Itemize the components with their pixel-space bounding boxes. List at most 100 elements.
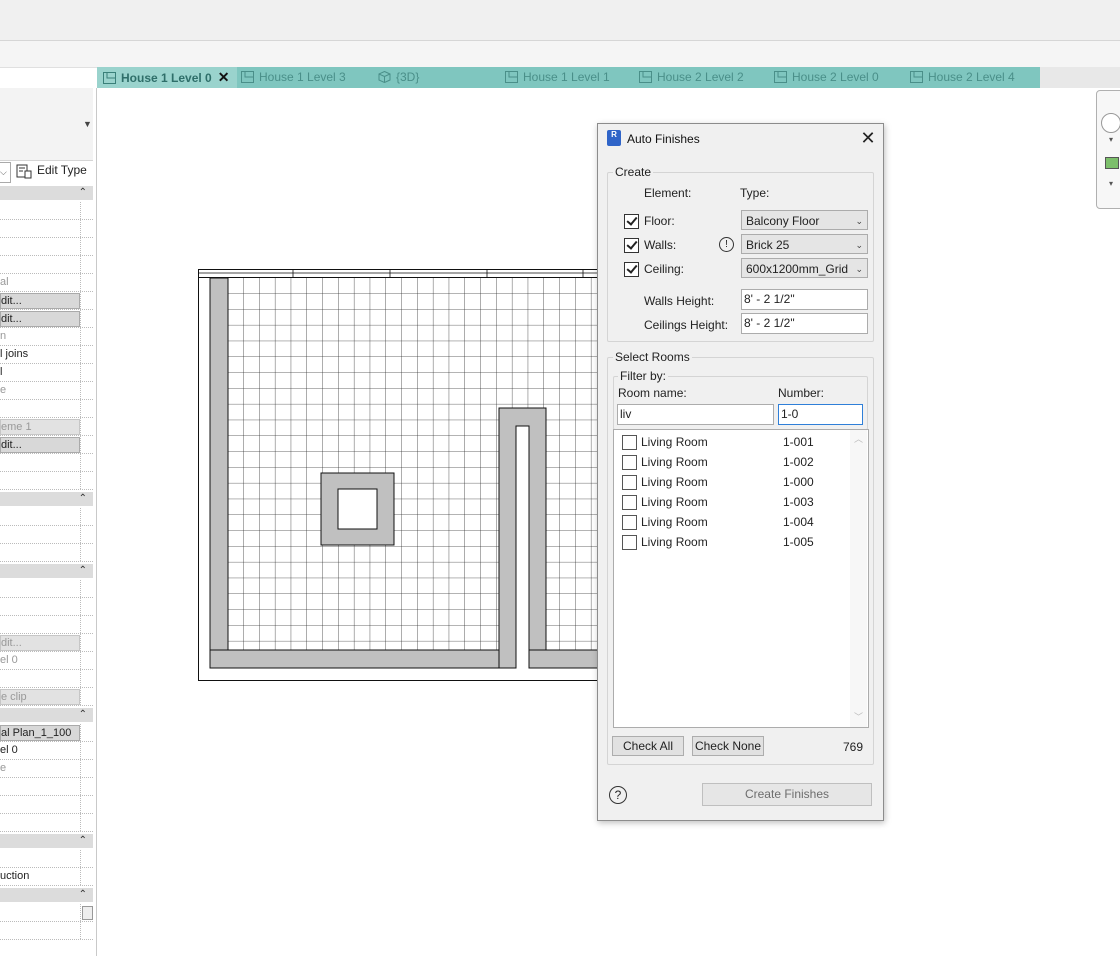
room-name-filter-input[interactable]: liv (617, 404, 774, 425)
collapse-icon: ⌃ (78, 493, 87, 504)
list-item[interactable]: Living Room 1-004 (614, 512, 854, 532)
list-item[interactable]: Living Room 1-005 (614, 532, 854, 552)
view-template-button[interactable]: al Plan_1_100 (0, 724, 93, 742)
edit-property-button[interactable]: dit... (0, 634, 93, 652)
collapse-icon: ⌃ (78, 565, 87, 576)
tab-house-2-level-2[interactable]: House 2 Level 2 (639, 67, 744, 88)
element-header: Element: (644, 186, 692, 200)
section-header-phasing[interactable]: ⌃ (0, 834, 93, 848)
tab-house-2-level-0[interactable]: House 2 Level 0 (774, 67, 879, 88)
tab-house-1-level-0[interactable]: House 1 Level 0 ✕ (97, 67, 237, 88)
ceiling-checkbox[interactable] (624, 262, 639, 277)
tab-3d[interactable]: {3D} (378, 67, 419, 88)
room-checkbox[interactable] (622, 455, 637, 470)
property-row (0, 598, 93, 616)
number-filter-input[interactable]: 1-0 (778, 404, 863, 425)
edit-property-button[interactable]: dit... (0, 436, 93, 454)
edit-property-button[interactable]: dit... (0, 292, 93, 310)
room-name-label: Room name: (618, 386, 687, 400)
tab-house-2-level-4[interactable]: House 2 Level 4 (910, 67, 1015, 88)
instance-filter-dropdown[interactable]: ⌵ (0, 162, 11, 183)
property-row (0, 202, 93, 220)
property-row (0, 220, 93, 238)
floor-plan-icon (505, 71, 518, 83)
floor-plan-icon (103, 72, 116, 84)
tab-label: House 2 Level 0 (792, 70, 879, 84)
floor-checkbox[interactable] (624, 214, 639, 229)
tab-house-1-level-1[interactable]: House 1 Level 1 (505, 67, 610, 88)
floor-plan-icon (639, 71, 652, 83)
property-row: n (0, 328, 93, 346)
property-row (0, 526, 93, 544)
3d-view-icon (378, 71, 391, 83)
property-row (0, 814, 93, 832)
steering-wheel-icon[interactable] (1101, 113, 1120, 133)
room-checkbox[interactable] (622, 475, 637, 490)
collapse-icon: ⌃ (78, 187, 87, 198)
scroll-up-icon[interactable]: ︿ (854, 432, 863, 445)
walls-type-value: Brick 25 (746, 238, 790, 252)
check-none-button[interactable]: Check None (692, 736, 764, 756)
chevron-down-icon[interactable]: ▾ (1109, 135, 1113, 144)
chevron-down-icon[interactable]: ▼ (83, 119, 92, 129)
create-finishes-button[interactable]: Create Finishes (702, 783, 872, 806)
window-band (198, 269, 619, 278)
tab-label: House 2 Level 4 (928, 70, 1015, 84)
close-tab-icon[interactable]: ✕ (218, 69, 230, 85)
number-label: Number: (778, 386, 825, 400)
walls-type-select[interactable]: Brick 25 ⌄ (741, 234, 868, 254)
section-header-other[interactable]: ⌃ (0, 888, 93, 902)
property-row: al (0, 274, 93, 292)
list-scrollbar[interactable]: ︿ ﹀ (850, 430, 867, 727)
property-row: el 0 (0, 652, 93, 670)
floor-plan-icon (241, 71, 254, 83)
walls-height-label: Walls Height: (644, 294, 715, 308)
list-item[interactable]: Living Room 1-003 (614, 492, 854, 512)
type-header: Type: (740, 186, 770, 200)
property-row: e (0, 760, 93, 778)
ceiling-type-select[interactable]: 600x1200mm_Grid ⌄ (741, 258, 868, 278)
edit-property-button[interactable]: dit... (0, 310, 93, 328)
list-item[interactable]: Living Room 1-001 (614, 432, 854, 452)
type-selector[interactable] (0, 88, 93, 161)
zoom-icon[interactable] (1105, 157, 1119, 169)
list-item[interactable]: Living Room 1-002 (614, 452, 854, 472)
property-row (0, 454, 93, 472)
checkbox[interactable] (82, 906, 93, 920)
tab-house-1-level-3[interactable]: House 1 Level 3 (241, 67, 346, 88)
close-icon[interactable]: ✕ (857, 126, 879, 150)
rooms-list[interactable]: Living Room 1-001 Living Room 1-002 Living… (613, 429, 869, 728)
room-checkbox[interactable] (622, 495, 637, 510)
select-rooms-legend: Select Rooms (613, 350, 692, 364)
ceiling-type-value: 600x1200mm_Grid (746, 262, 849, 276)
edit-type-button[interactable]: Edit Type (16, 162, 94, 181)
chevron-down-icon: ⌄ (855, 216, 863, 226)
floor-type-value: Balcony Floor (746, 214, 820, 228)
property-row (0, 508, 93, 526)
ribbon (0, 0, 1120, 41)
floor-type-select[interactable]: Balcony Floor ⌄ (741, 210, 868, 230)
walls-height-input[interactable]: 8' - 2 1/2" (741, 289, 868, 310)
section-header-identity-data[interactable]: ⌃ (0, 708, 93, 722)
room-checkbox[interactable] (622, 515, 637, 530)
walls-label: Walls: (644, 238, 677, 252)
section-header-graphics[interactable]: ⌃ (0, 186, 93, 200)
property-row: el 0 (0, 742, 93, 760)
property-row (0, 616, 93, 634)
room-checkbox[interactable] (622, 535, 637, 550)
ceilings-height-input[interactable]: 8' - 2 1/2" (741, 313, 868, 334)
walls-checkbox[interactable] (624, 238, 639, 253)
property-row (0, 670, 93, 688)
section-header-extents[interactable]: ⌃ (0, 564, 93, 578)
help-icon[interactable]: ? (609, 786, 627, 804)
list-item[interactable]: Living Room 1-000 (614, 472, 854, 492)
property-row (0, 904, 93, 922)
chevron-down-icon: ⌄ (855, 264, 863, 274)
navigation-bar: ▾ ▾ (1096, 90, 1120, 209)
check-all-button[interactable]: Check All (612, 736, 684, 756)
property-row (0, 238, 93, 256)
scroll-down-icon[interactable]: ﹀ (854, 710, 863, 723)
room-checkbox[interactable] (622, 435, 637, 450)
chevron-down-icon[interactable]: ▾ (1109, 179, 1113, 188)
section-header-underlay[interactable]: ⌃ (0, 492, 93, 506)
